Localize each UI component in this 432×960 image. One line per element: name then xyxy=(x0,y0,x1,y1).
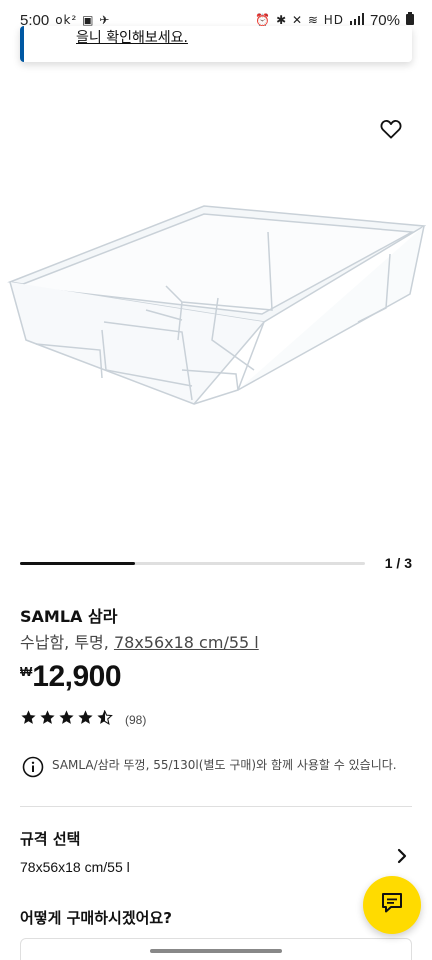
size-selector-value: 78x56x18 cm/55 l xyxy=(20,859,130,875)
notice-link[interactable]: 을니 확인해보세요. xyxy=(76,27,188,47)
product-description: 수납함, 투명, 78x56x18 cm/55 l xyxy=(20,629,259,653)
star-half-icon xyxy=(96,709,113,731)
price-currency: ₩ xyxy=(20,664,33,679)
chevron-right-icon xyxy=(396,848,408,869)
heart-icon xyxy=(380,119,402,144)
product-type: 수납함, 투명, xyxy=(20,633,114,652)
info-icon xyxy=(22,756,44,783)
star-icon xyxy=(39,709,56,731)
notice-card[interactable]: 을니 확인해보세요. xyxy=(20,26,412,62)
product-size-link[interactable]: 78x56x18 cm/55 l xyxy=(114,633,259,652)
gallery-progress-fill xyxy=(20,562,135,565)
wishlist-button[interactable] xyxy=(378,118,404,144)
product-price: ₩ 12,900 xyxy=(20,660,122,694)
system-icons: ⏰ ✱ ✕ ≋ HD xyxy=(255,13,344,27)
divider xyxy=(20,806,412,807)
star-icon xyxy=(77,709,94,731)
size-selector[interactable]: 규격 선택 78x56x18 cm/55 l xyxy=(20,828,412,875)
home-indicator[interactable] xyxy=(150,949,282,953)
compatibility-info: SAMLA/삼라 뚜껑, 55/130l(별도 구매)와 함께 사용할 수 있습… xyxy=(22,756,414,783)
purchase-options-title: 어떻게 구매하시겠어요? xyxy=(20,909,172,927)
size-selector-title: 규격 선택 xyxy=(20,830,81,848)
product-name: SAMLA 삼라 xyxy=(20,607,118,626)
gallery-progress xyxy=(20,562,365,565)
notification-icons: ok² ▣ ✈ xyxy=(55,13,111,27)
star-icon xyxy=(58,709,75,731)
chat-icon xyxy=(380,892,404,919)
chat-button[interactable] xyxy=(363,876,421,934)
star-icon xyxy=(20,709,37,731)
compatibility-text: SAMLA/삼라 뚜껑, 55/130l(별도 구매)와 함께 사용할 수 있습… xyxy=(52,758,397,772)
review-count[interactable]: (98) xyxy=(125,713,146,727)
image-counter: 1 / 3 xyxy=(384,555,412,571)
rating[interactable]: (98) xyxy=(20,709,146,731)
product-image[interactable] xyxy=(6,190,427,430)
price-amount: 12,900 xyxy=(32,660,122,693)
